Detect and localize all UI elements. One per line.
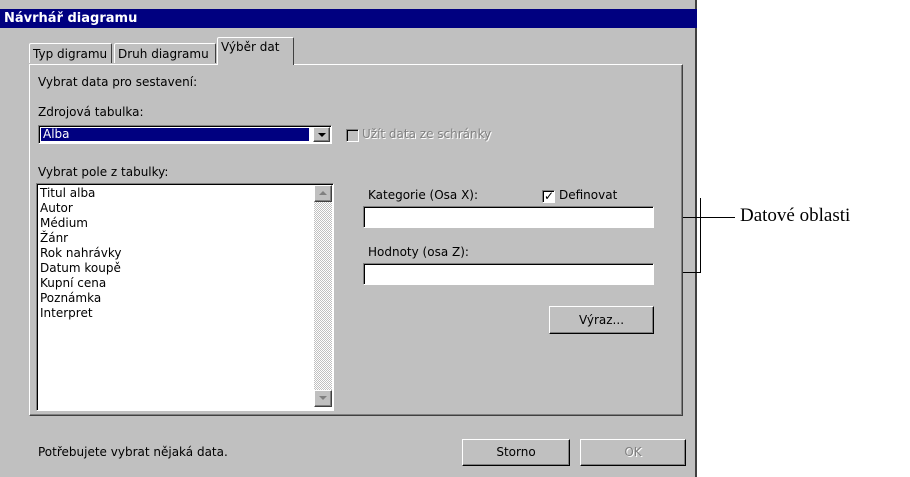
list-item[interactable]: Rok nahrávky [39,246,311,261]
values-axis-label: Hodnoty (osa Z): [368,245,469,259]
define-checkbox-label: Definovat [559,188,618,202]
values-field[interactable] [363,263,654,285]
category-field[interactable] [363,206,654,228]
scroll-up-arrow-icon [319,191,327,195]
list-item[interactable]: Poznámka [39,291,311,306]
data-areas-annotation: Datové oblasti [740,205,851,226]
scroll-down-arrow-icon [319,396,327,400]
fields-scrollbar[interactable] [314,185,332,407]
list-item[interactable]: Kupní cena [39,276,311,291]
dropdown-button[interactable] [313,127,330,142]
define-checkbox[interactable]: ✓ [542,189,555,203]
callout-bracket [700,198,701,273]
source-table-label: Zdrojová tabulka: [38,105,144,119]
dropdown-arrow-icon [318,133,326,137]
status-message: Potřebujete vybrat nějaká data. [38,445,228,459]
expression-button[interactable]: Výraz... [549,306,654,334]
select-data-heading: Vybrat data pro sestavení: [38,75,198,89]
checkmark-icon: ✓ [544,189,555,203]
chart-wizard-window: Návrhář diagramu Typ digramu Druh diagra… [0,0,697,477]
source-table-dropdown[interactable]: Alba [38,125,332,144]
list-item[interactable]: Datum koupě [39,261,311,276]
scroll-up-button[interactable] [314,185,332,202]
list-item[interactable]: Autor [39,201,311,216]
category-axis-label: Kategorie (Osa X): [368,188,479,202]
callout-pointer [700,217,735,218]
source-table-value: Alba [41,128,309,141]
list-item[interactable]: Interpret [39,306,311,321]
list-item[interactable]: Médium [39,216,311,231]
fields-list-label: Vybrat pole z tabulky: [38,165,169,179]
use-clipboard-label: Užít data ze schránky [362,127,492,141]
scroll-down-button[interactable] [314,390,332,407]
fields-listbox[interactable]: Titul alba Autor Médium Žánr Rok nahrávky Dat… [36,183,334,411]
list-item[interactable]: Žánr [39,231,311,246]
list-item[interactable]: Titul alba [39,186,311,201]
cancel-button[interactable]: Storno [462,439,570,466]
fields-list: Titul alba Autor Médium Žánr Rok nahrávky Dat… [39,186,311,321]
ok-button[interactable]: OK [580,439,686,466]
use-clipboard-checkbox[interactable] [346,129,359,142]
